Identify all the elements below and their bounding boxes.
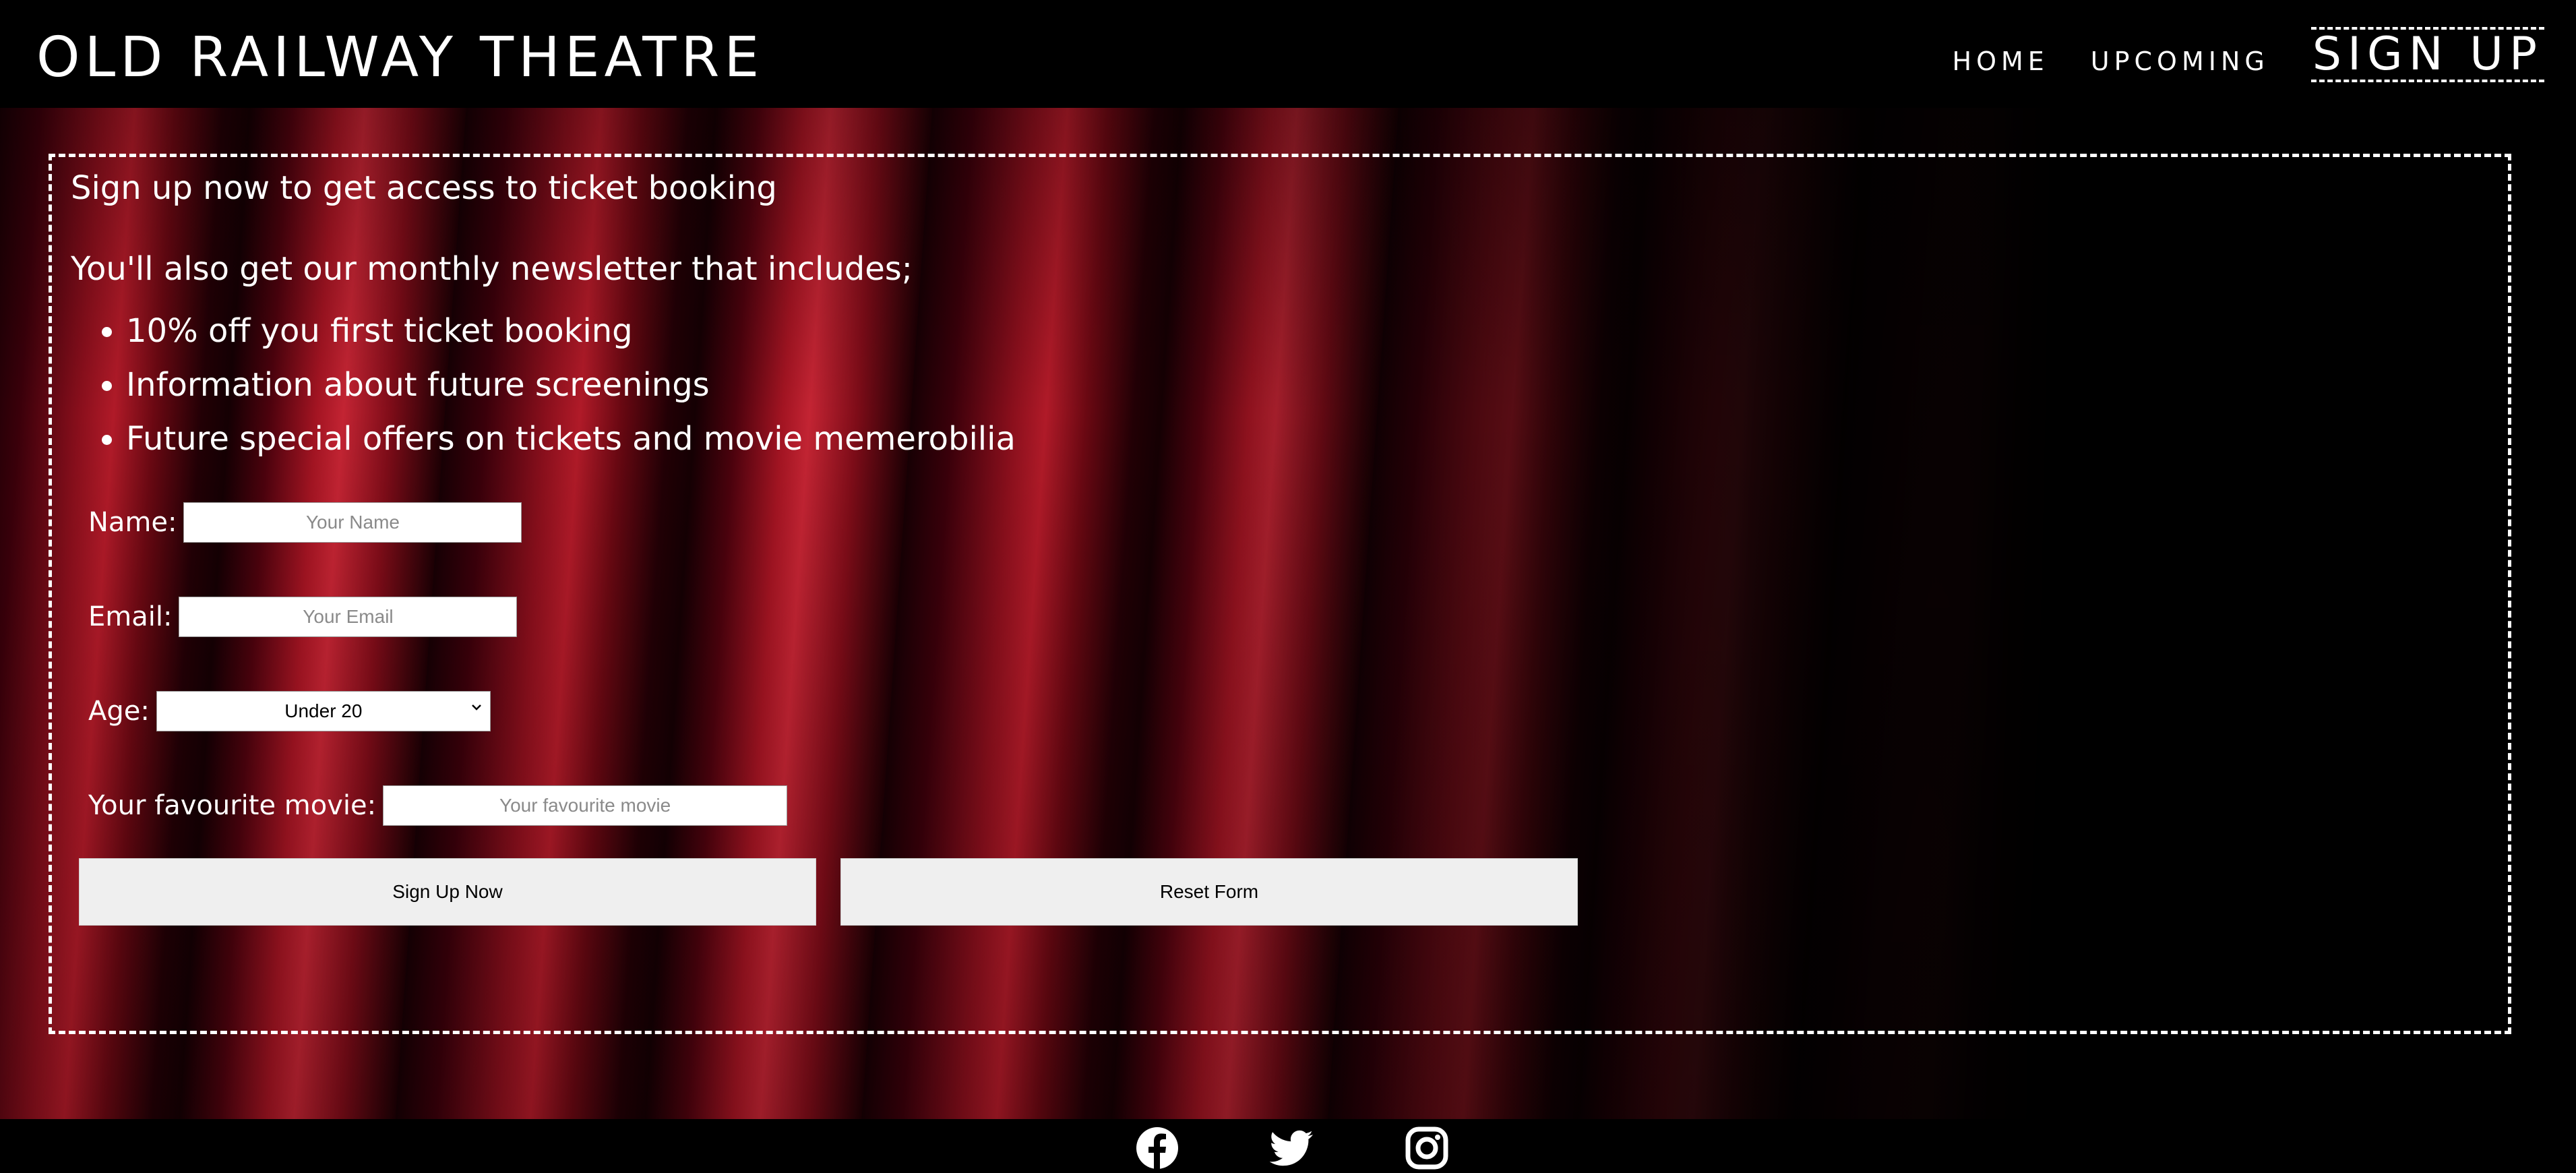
- movie-label: Your favourite movie:: [88, 790, 377, 821]
- email-row: Email:: [88, 595, 518, 638]
- movie-row: Your favourite movie:: [88, 784, 788, 827]
- signup-heading: Sign up now to get access to ticket book…: [71, 169, 777, 207]
- movie-input[interactable]: [383, 785, 788, 826]
- list-item: 10% off you first ticket booking: [126, 304, 1016, 358]
- age-selected-value: Under 20: [284, 700, 363, 721]
- name-input[interactable]: [183, 502, 522, 543]
- newsletter-intro: You'll also get our monthly newsletter t…: [71, 250, 913, 288]
- reset-form-button[interactable]: Reset Form: [840, 858, 1578, 926]
- site-title: OLD RAILWAY THEATRE: [36, 26, 764, 90]
- twitter-icon[interactable]: [1269, 1126, 1314, 1170]
- signup-panel: Sign up now to get access to ticket book…: [49, 154, 2511, 1034]
- list-item: Future special offers on tickets and mov…: [126, 412, 1016, 466]
- site-footer: [0, 1119, 2576, 1170]
- site-header: OLD RAILWAY THEATRE HOME UPCOMING SIGN U…: [0, 0, 2576, 108]
- email-label: Email:: [88, 601, 173, 632]
- age-select[interactable]: Under 20: [156, 691, 491, 731]
- perks-list: 10% off you first ticket booking Informa…: [72, 304, 1016, 466]
- name-row: Name:: [88, 501, 522, 544]
- chevron-down-icon: [470, 700, 483, 719]
- nav-signup-link[interactable]: SIGN UP: [2310, 27, 2544, 82]
- list-item: Information about future screenings: [126, 358, 1016, 412]
- nav-home-link[interactable]: HOME: [1953, 44, 2049, 78]
- main-nav: HOME UPCOMING SIGN UP: [1911, 24, 2544, 82]
- name-label: Name:: [88, 507, 177, 538]
- email-input[interactable]: [179, 597, 518, 637]
- sign-up-now-button[interactable]: Sign Up Now: [79, 858, 816, 926]
- age-row: Age: Under 20: [88, 690, 491, 733]
- nav-upcoming-link[interactable]: UPCOMING: [2091, 44, 2269, 78]
- age-label: Age:: [88, 696, 150, 727]
- facebook-icon[interactable]: [1135, 1126, 1179, 1170]
- instagram-icon[interactable]: [1405, 1126, 1449, 1170]
